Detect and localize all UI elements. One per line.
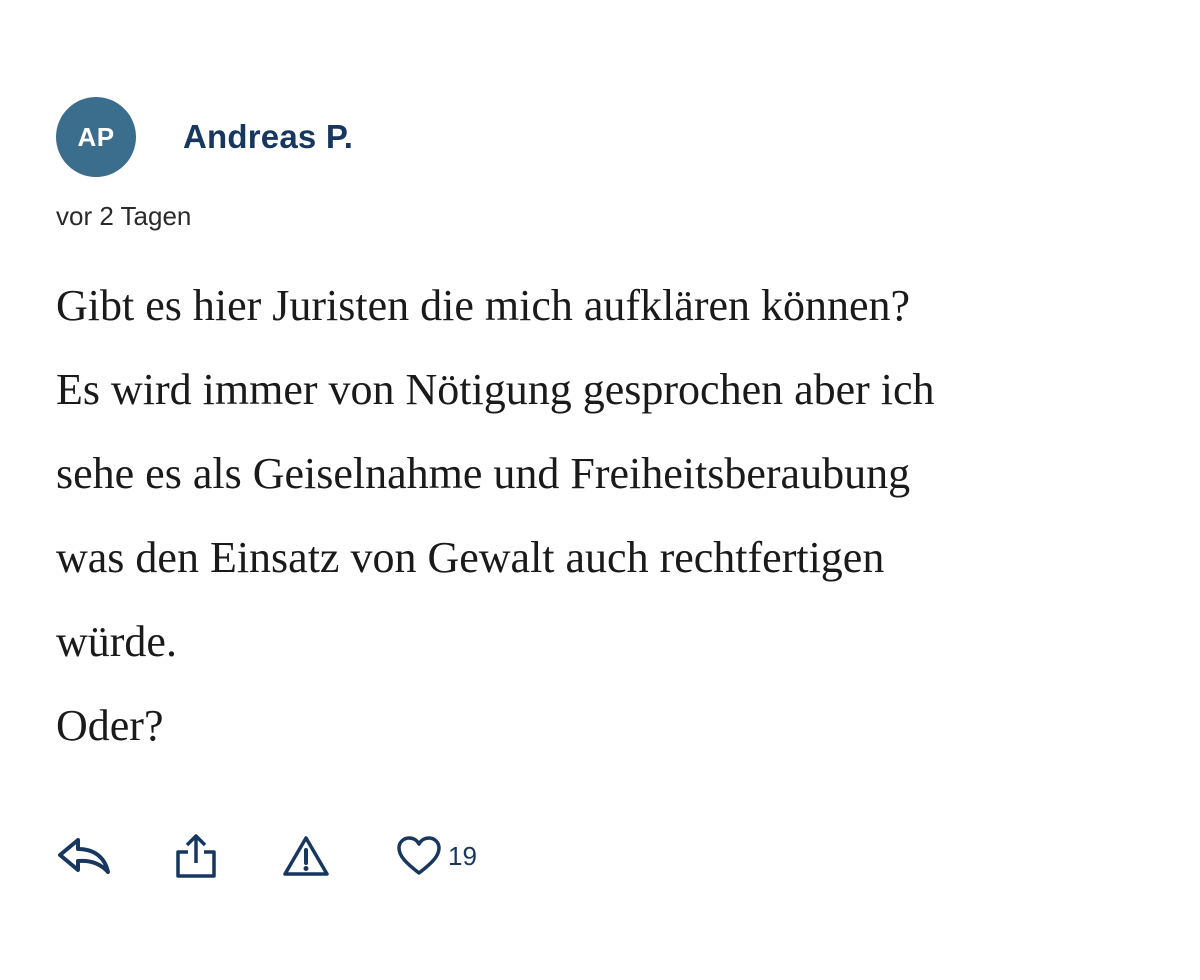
reply-button[interactable] — [56, 836, 112, 876]
comment-line: Gibt es hier Juristen die mich aufklären… — [56, 281, 911, 330]
report-button[interactable] — [282, 835, 330, 877]
comment-body: Gibt es hier Juristen die mich aufklären… — [56, 264, 1156, 768]
warning-icon — [283, 836, 329, 876]
comment-header: AP Andreas P. — [56, 97, 1156, 177]
comment-line: Es wird immer von Nötigung gesprochen ab… — [56, 365, 935, 414]
comment: AP Andreas P. vor 2 Tagen Gibt es hier J… — [56, 97, 1156, 768]
comment-line: sehe es als Geiselnahme und Freiheitsber… — [56, 449, 911, 498]
avatar[interactable]: AP — [56, 97, 136, 177]
reply-icon — [58, 838, 110, 874]
comment-line: Oder? — [56, 701, 164, 750]
comment-timestamp: vor 2 Tagen — [56, 201, 192, 231]
comment-actions: 19 — [56, 832, 477, 880]
author-name[interactable]: Andreas P. — [183, 118, 353, 156]
comment-line: würde. — [56, 617, 177, 666]
share-button[interactable] — [174, 833, 218, 879]
like-count: 19 — [448, 840, 477, 871]
like-button[interactable]: 19 — [396, 836, 477, 876]
comment-line: was den Einsatz von Gewalt auch rechtfer… — [56, 533, 885, 582]
heart-icon — [397, 836, 441, 875]
share-icon — [176, 834, 216, 878]
